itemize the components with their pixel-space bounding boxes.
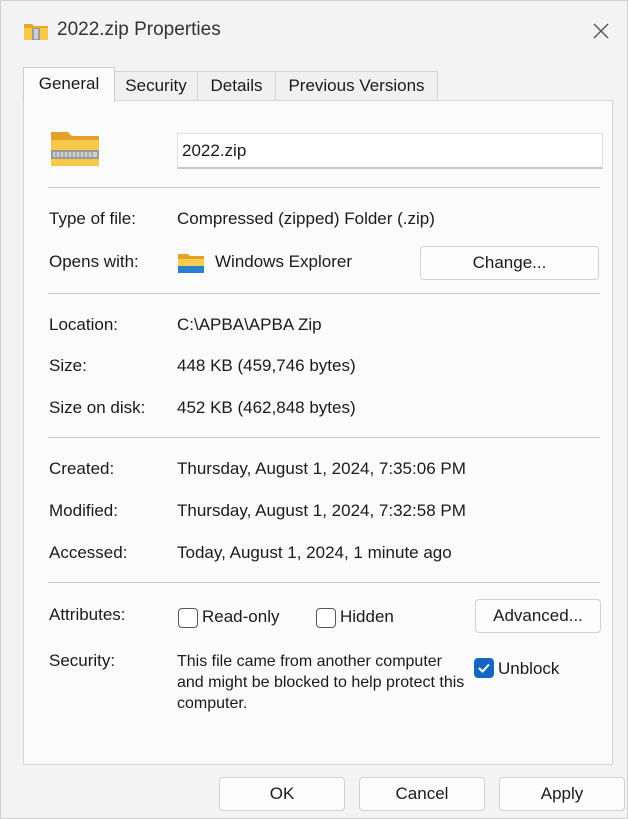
opens-with-label: Opens with:	[49, 252, 139, 271]
tab-security[interactable]: Security	[114, 71, 198, 101]
read-only-label[interactable]: Read-only	[202, 607, 280, 627]
ok-button[interactable]: OK	[219, 777, 345, 811]
change-button[interactable]: Change...	[420, 246, 599, 280]
location-value: C:\APBA\APBA Zip	[177, 315, 322, 334]
tab-details[interactable]: Details	[197, 71, 276, 101]
checkmark-icon	[478, 663, 490, 673]
zip-folder-icon	[51, 132, 99, 166]
type-of-file-label: Type of file:	[49, 209, 136, 228]
size-on-disk-value: 452 KB (462,848 bytes)	[177, 398, 356, 417]
attributes-label: Attributes:	[49, 605, 126, 624]
tab-previous-versions[interactable]: Previous Versions	[275, 71, 438, 101]
size-value: 448 KB (459,746 bytes)	[177, 356, 356, 375]
close-button[interactable]	[585, 15, 617, 47]
security-label: Security:	[49, 651, 116, 670]
accessed-value: Today, August 1, 2024, 1 minute ago	[177, 543, 452, 562]
file-explorer-icon	[178, 254, 204, 273]
security-message: This file came from another computer and…	[177, 653, 465, 712]
zip-folder-icon	[24, 24, 48, 40]
opens-with-value: Windows Explorer	[215, 252, 352, 271]
tab-general[interactable]: General	[23, 67, 115, 102]
created-value: Thursday, August 1, 2024, 7:35:06 PM	[177, 459, 466, 478]
size-on-disk-label: Size on disk:	[49, 398, 146, 417]
type-of-file-value: Compressed (zipped) Folder (.zip)	[177, 209, 435, 228]
location-label: Location:	[49, 315, 118, 334]
unblock-checkbox[interactable]	[474, 658, 494, 678]
separator	[48, 437, 600, 438]
unblock-label[interactable]: Unblock	[498, 659, 559, 679]
cancel-button[interactable]: Cancel	[359, 777, 485, 811]
close-icon	[593, 23, 609, 39]
general-panel: Type of file: Compressed (zipped) Folder…	[23, 100, 613, 765]
advanced-button[interactable]: Advanced...	[475, 599, 601, 633]
properties-dialog: 2022.zip Properties General Security Det…	[0, 0, 628, 819]
hidden-label[interactable]: Hidden	[340, 607, 394, 627]
title-bar[interactable]: 2022.zip Properties	[1, 1, 627, 61]
accessed-label: Accessed:	[49, 543, 128, 562]
read-only-checkbox[interactable]	[178, 608, 198, 628]
file-name-input[interactable]	[177, 133, 603, 169]
separator	[48, 582, 600, 583]
window-title: 2022.zip Properties	[57, 19, 221, 40]
hidden-checkbox[interactable]	[316, 608, 336, 628]
separator	[48, 293, 600, 294]
apply-button[interactable]: Apply	[499, 777, 625, 811]
modified-value: Thursday, August 1, 2024, 7:32:58 PM	[177, 501, 466, 520]
separator	[48, 187, 600, 188]
modified-label: Modified:	[49, 501, 118, 520]
size-label: Size:	[49, 356, 87, 375]
created-label: Created:	[49, 459, 115, 478]
